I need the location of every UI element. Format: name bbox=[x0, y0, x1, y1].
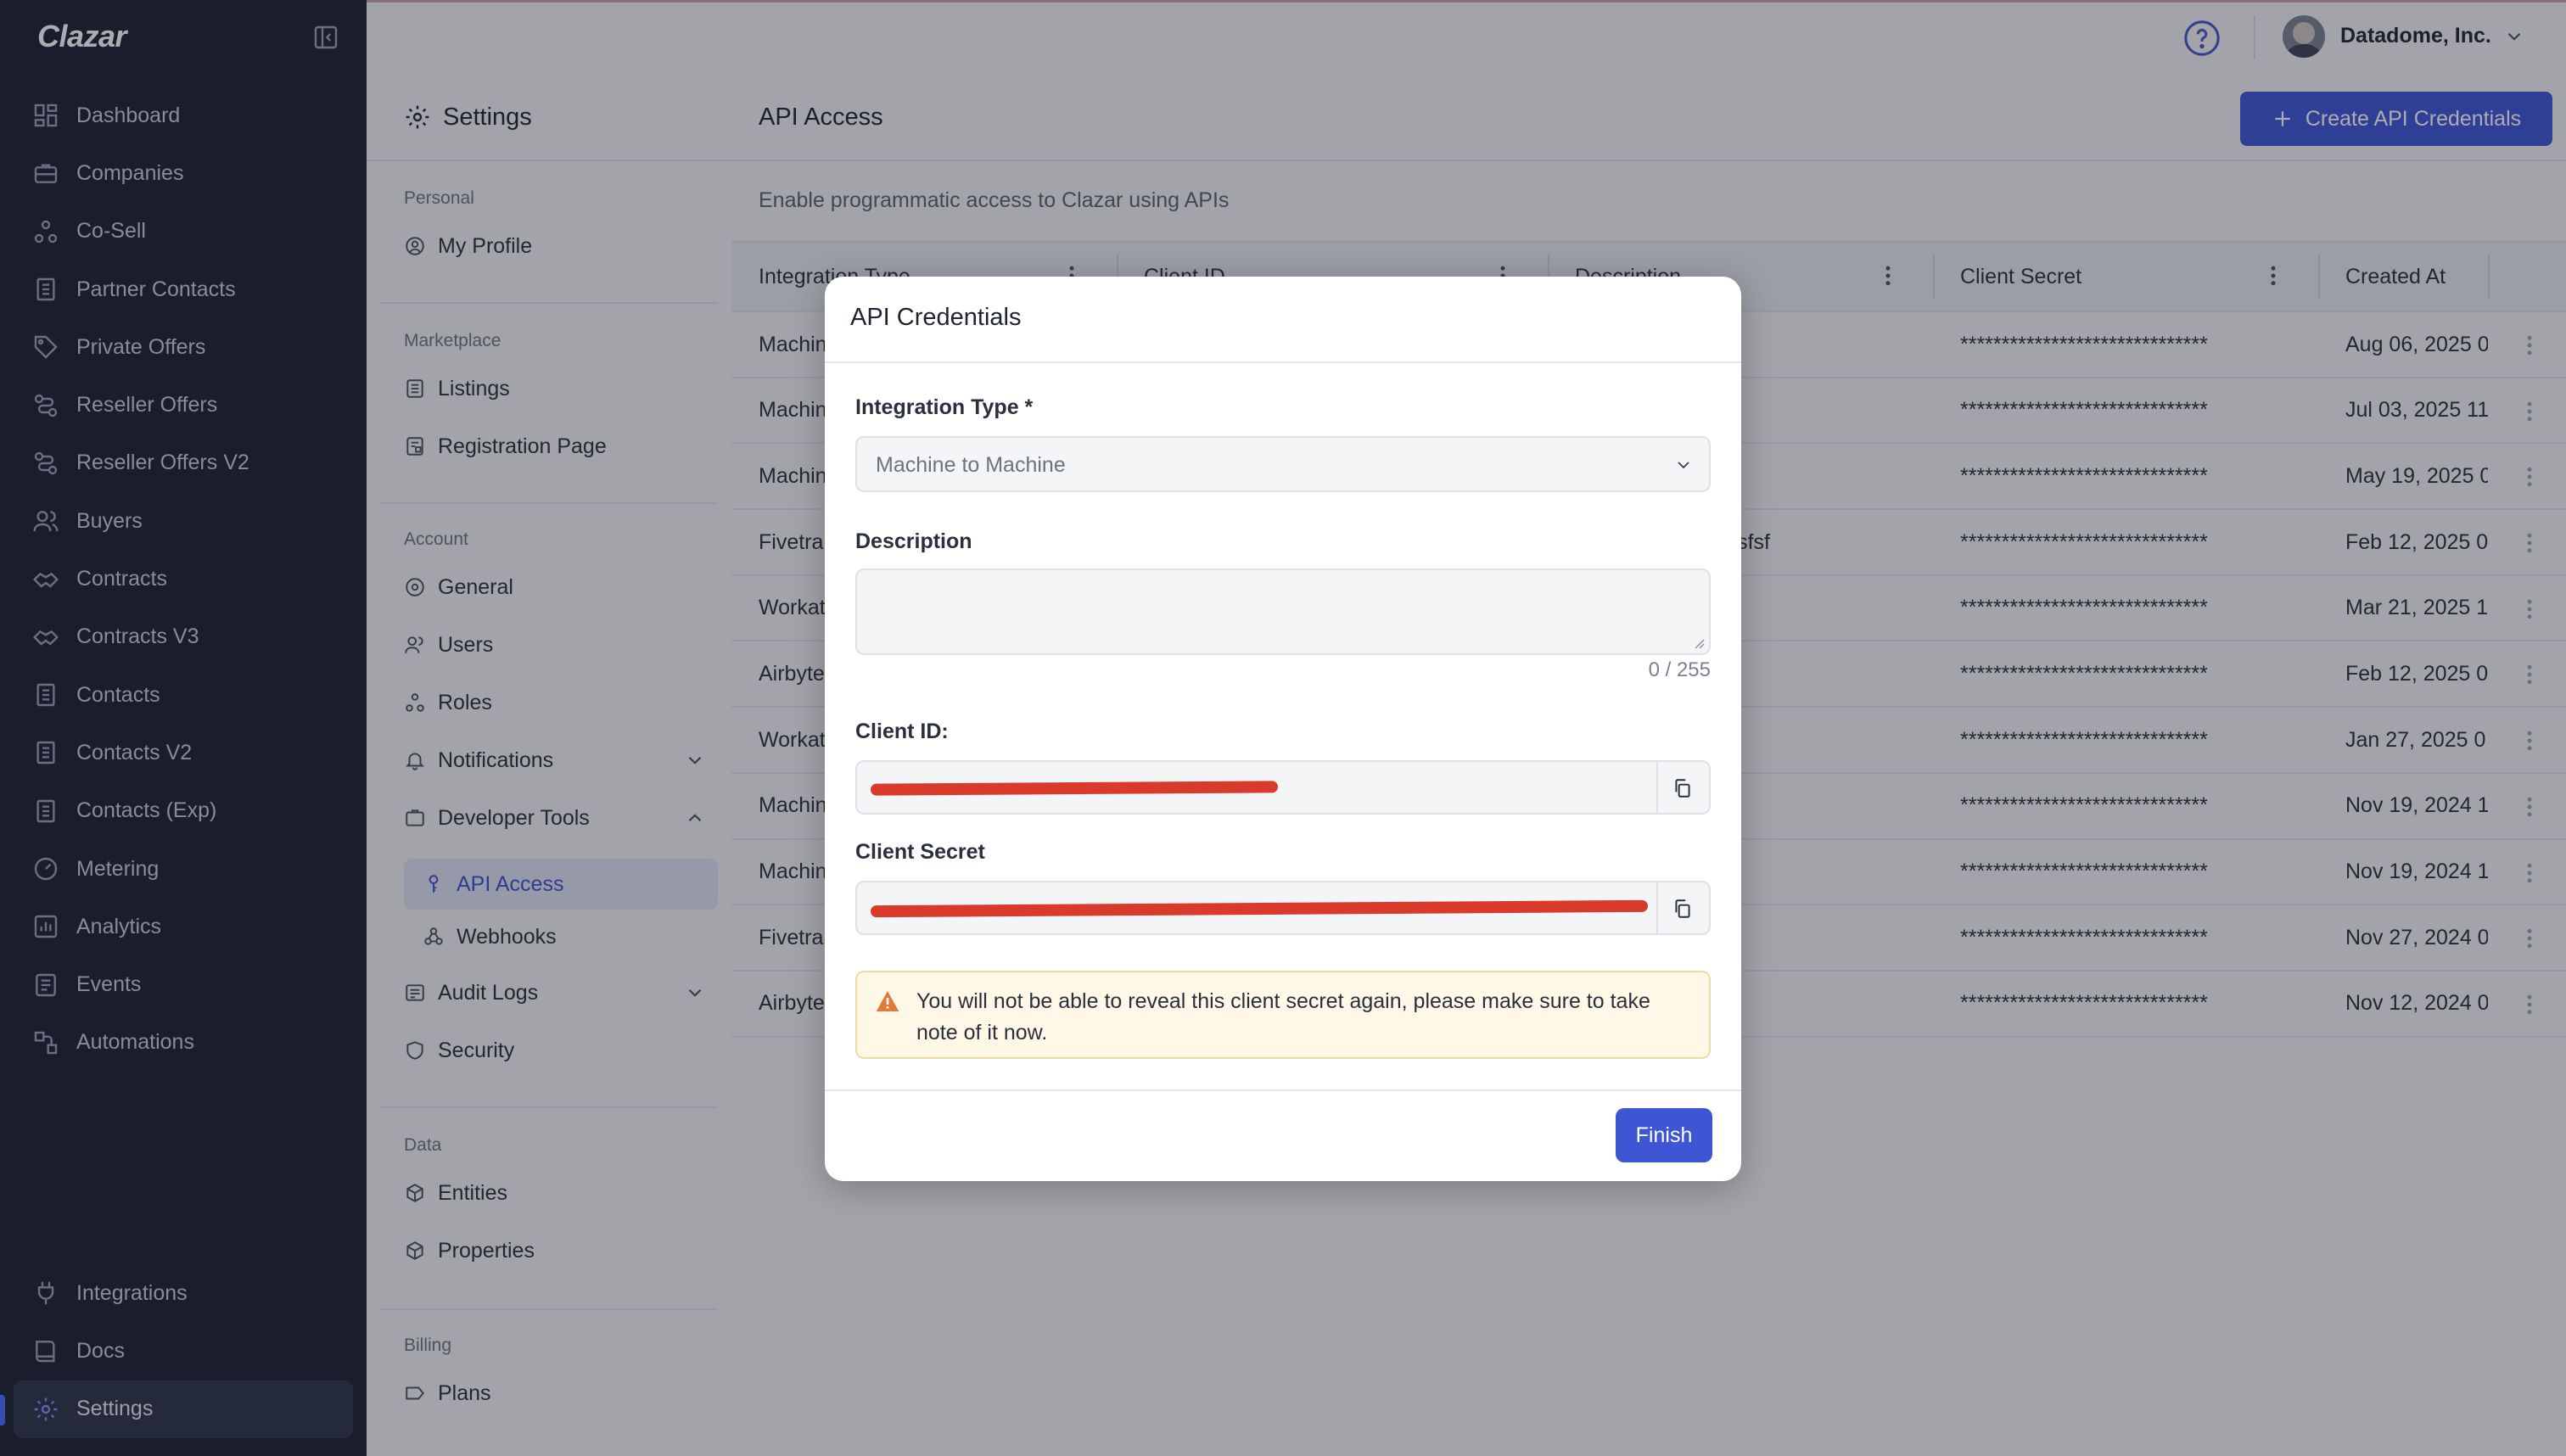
character-counter: 0 / 255 bbox=[1648, 658, 1711, 681]
description-label: Description bbox=[855, 529, 972, 553]
client-secret-field[interactable] bbox=[855, 881, 1711, 935]
copy-icon[interactable] bbox=[1672, 898, 1694, 920]
chevron-down-icon bbox=[1673, 455, 1694, 475]
client-id-label: Client ID: bbox=[855, 720, 949, 743]
description-textarea[interactable] bbox=[855, 568, 1711, 655]
warning-alert: You will not be able to reveal this clie… bbox=[855, 971, 1711, 1059]
finish-button[interactable]: Finish bbox=[1616, 1108, 1712, 1162]
dialog-title: API Credentials bbox=[850, 304, 1022, 331]
divider bbox=[825, 361, 1741, 363]
client-id-field[interactable] bbox=[855, 760, 1711, 815]
integration-type-select[interactable]: Machine to Machine bbox=[855, 436, 1711, 492]
integration-type-value: Machine to Machine bbox=[876, 453, 1066, 477]
resize-handle-icon[interactable] bbox=[1692, 636, 1706, 650]
client-secret-label: Client Secret bbox=[855, 840, 985, 864]
redaction-mark bbox=[870, 899, 1649, 918]
divider bbox=[825, 1089, 1741, 1091]
api-credentials-dialog: API Credentials Integration Type * Machi… bbox=[825, 277, 1741, 1181]
copy-icon[interactable] bbox=[1672, 777, 1694, 799]
integration-type-label: Integration Type * bbox=[855, 395, 1034, 419]
warning-text: You will not be able to reveal this clie… bbox=[916, 989, 1650, 1044]
divider bbox=[1656, 762, 1658, 813]
redaction-mark bbox=[870, 781, 1279, 796]
divider bbox=[1656, 882, 1658, 933]
warning-triangle-icon bbox=[874, 988, 901, 1015]
